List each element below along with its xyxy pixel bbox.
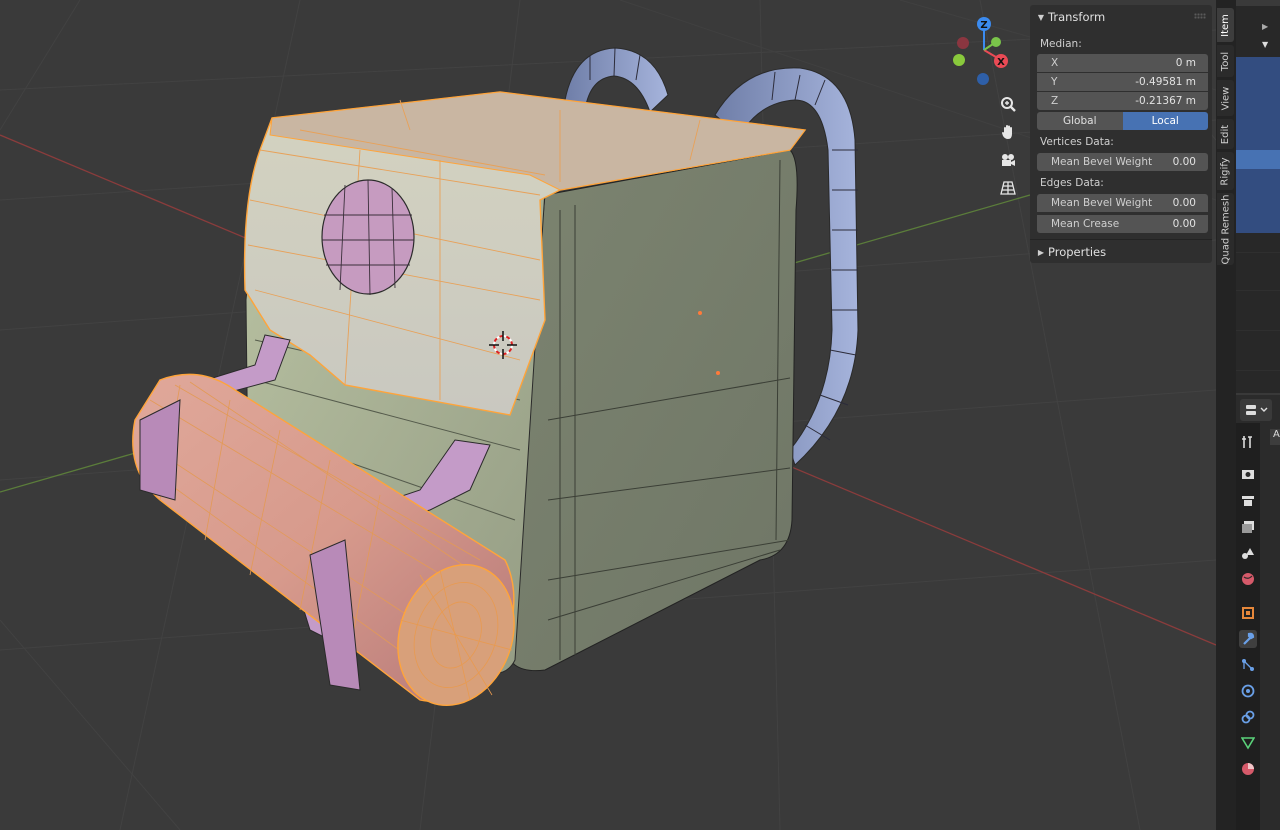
outliner-selected-rows[interactable]: [1236, 57, 1280, 233]
collapse-arrow-icon: ▼: [1037, 12, 1045, 22]
vertex-dot: [698, 311, 702, 315]
edge-mean-crease-field[interactable]: Mean Crease 0.00: [1037, 215, 1208, 233]
tab-quad-remesh-label: Quad Remesh: [1220, 194, 1231, 264]
material-icon[interactable]: [1239, 760, 1257, 778]
render-icon[interactable]: [1239, 465, 1257, 483]
properties-panel-header[interactable]: ▶ Properties: [1030, 241, 1212, 263]
y-label: Y: [1051, 76, 1058, 88]
local-button[interactable]: Local: [1122, 112, 1208, 130]
median-y-field[interactable]: Y -0.49581 m: [1037, 73, 1208, 91]
tab-edit-label: Edit: [1220, 124, 1231, 144]
outliner-active-row[interactable]: [1236, 150, 1280, 169]
median-z-field[interactable]: Z -0.21367 m: [1037, 92, 1208, 110]
vertex-mean-bevel-field[interactable]: Mean Bevel Weight 0.00: [1037, 153, 1208, 171]
global-button[interactable]: Global: [1037, 112, 1123, 130]
pan-hand-icon[interactable]: [996, 120, 1020, 144]
z-label: Z: [1051, 95, 1059, 107]
vertices-data-label: Vertices Data:: [1040, 136, 1114, 148]
edge-bevel-value: 0.00: [1172, 197, 1196, 209]
outliner-panel[interactable]: ▶ ▼: [1236, 0, 1280, 393]
expand-arrow-icon[interactable]: ▶: [1262, 22, 1268, 31]
tool-icon[interactable]: [1239, 433, 1257, 451]
tab-view-label: View: [1220, 86, 1232, 110]
tab-tool[interactable]: Tool: [1217, 45, 1234, 77]
particles-icon[interactable]: [1239, 656, 1257, 674]
drag-handle-icon[interactable]: [1194, 13, 1206, 19]
transform-panel-header[interactable]: ▼ Transform: [1030, 6, 1212, 28]
z-value: -0.21367 m: [1135, 95, 1196, 107]
physics-icon[interactable]: [1239, 682, 1257, 700]
sidebar-tabs: Item Tool View Edit Rigify Quad Remesh: [1216, 0, 1236, 830]
tab-item[interactable]: Item: [1217, 8, 1234, 42]
edge-crease-value: 0.00: [1172, 218, 1196, 230]
vertex-bevel-label: Mean Bevel Weight: [1051, 156, 1153, 168]
edges-data-label: Edges Data:: [1040, 177, 1104, 189]
zoom-icon[interactable]: [996, 92, 1020, 116]
collapse-arrow-icon[interactable]: ▼: [1262, 40, 1268, 49]
x-value: 0 m: [1175, 57, 1196, 69]
camera-view-icon[interactable]: [996, 148, 1020, 172]
perspective-grid-icon[interactable]: [996, 176, 1020, 200]
object-icon[interactable]: [1239, 604, 1257, 622]
edge-crease-label: Mean Crease: [1051, 218, 1120, 230]
tab-rigify-label: Rigify: [1220, 156, 1231, 186]
view-layer-icon[interactable]: [1239, 518, 1257, 536]
properties-title: Properties: [1048, 245, 1107, 259]
edge-mean-bevel-field[interactable]: Mean Bevel Weight 0.00: [1037, 194, 1208, 212]
tab-tool-label: Tool: [1220, 51, 1231, 71]
gizmo-z-label: Z: [980, 20, 987, 31]
data-icon[interactable]: [1239, 734, 1257, 752]
gizmo-x-label: X: [997, 57, 1005, 68]
tab-quad-remesh[interactable]: Quad Remesh: [1217, 193, 1234, 265]
sidebar-transform-panel: ▼ Transform Median: X 0 m Y -0.49581 m Z…: [1030, 5, 1212, 263]
edge-bevel-label: Mean Bevel Weight: [1051, 197, 1153, 209]
space-toggle: Global Local: [1037, 112, 1208, 130]
properties-tab-fragment: A: [1270, 429, 1280, 445]
constraints-icon[interactable]: [1239, 708, 1257, 726]
tab-rigify[interactable]: Rigify: [1217, 152, 1234, 190]
vertex-bevel-value: 0.00: [1172, 156, 1196, 168]
tab-item-label: Item: [1220, 13, 1232, 37]
editor-type-dropdown[interactable]: [1240, 399, 1272, 421]
expand-arrow-icon: ▶: [1037, 247, 1045, 257]
median-x-field[interactable]: X 0 m: [1037, 54, 1208, 72]
transform-title: Transform: [1048, 10, 1106, 24]
vertex-dot: [716, 371, 720, 375]
axis-gizmo[interactable]: Z X: [948, 12, 1018, 92]
median-label: Median:: [1040, 38, 1082, 50]
output-icon[interactable]: [1239, 492, 1257, 510]
properties-editor: A: [1236, 395, 1280, 830]
scene-icon[interactable]: [1239, 544, 1257, 562]
backpack-side-panel: [504, 149, 798, 672]
modifier-icon[interactable]: [1239, 630, 1257, 648]
y-value: -0.49581 m: [1135, 76, 1196, 88]
tab-edit[interactable]: Edit: [1217, 119, 1234, 149]
x-label: X: [1051, 57, 1059, 69]
tab-view[interactable]: View: [1217, 80, 1234, 116]
world-icon[interactable]: [1239, 570, 1257, 588]
